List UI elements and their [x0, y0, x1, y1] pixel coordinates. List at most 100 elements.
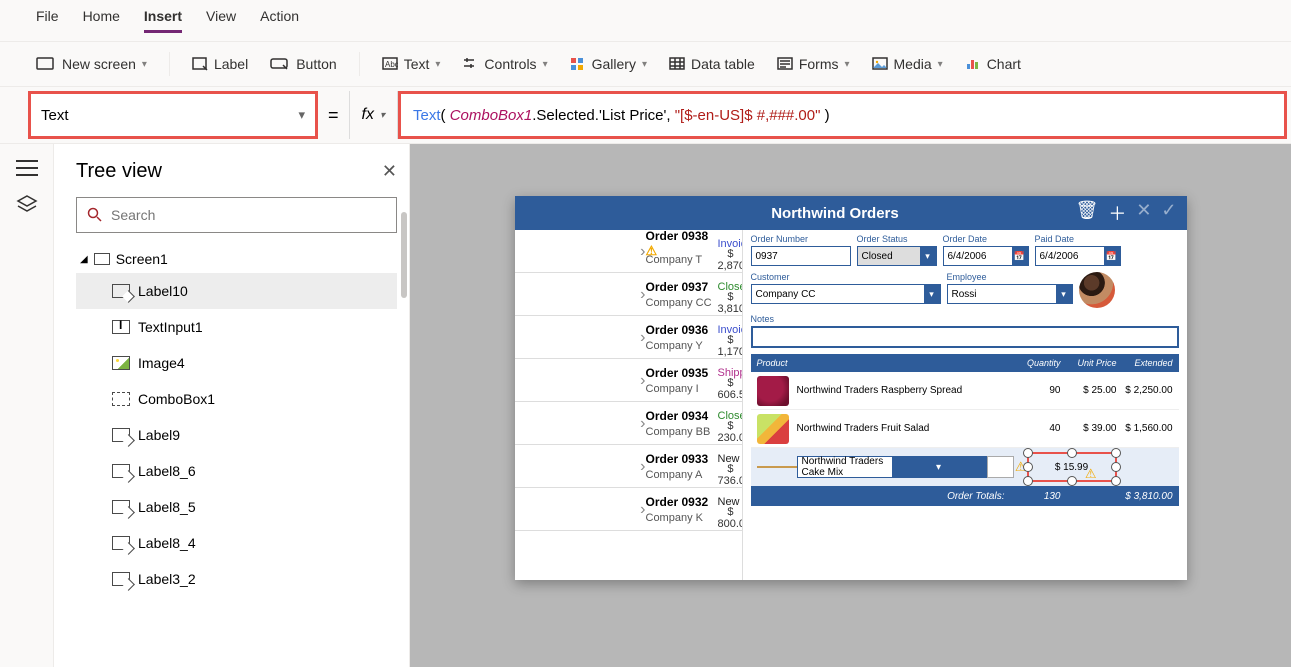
order-item[interactable]: Order 0937 Closed › Company CC $ 3,810.0…	[515, 273, 742, 316]
top-menu: File Home Insert View Action	[0, 0, 1291, 42]
app-title: Northwind Orders	[595, 205, 1076, 222]
product-thumb	[757, 376, 789, 406]
menu-view[interactable]: View	[206, 8, 236, 33]
order-status-label: Order Status	[857, 234, 937, 244]
chevron-right-icon: ›	[527, 415, 646, 433]
qty-input[interactable]	[987, 456, 1014, 478]
tree-node-textinput1[interactable]: TextInput1	[76, 309, 397, 345]
order-id: Order 0936	[646, 323, 718, 337]
tree-node-label8_6[interactable]: Label8_6	[76, 453, 397, 489]
check-icon[interactable]: ✓	[1161, 200, 1176, 226]
order-company: Company T	[646, 254, 718, 266]
new-screen-button[interactable]: New screen▾	[36, 56, 147, 72]
menu-home[interactable]: Home	[83, 8, 120, 33]
order-date-field[interactable]: 6/4/2006📅	[943, 246, 1029, 266]
product-name: Northwind Traders Raspberry Spread	[797, 385, 1005, 396]
property-selector[interactable]: Text ▾	[28, 91, 318, 139]
order-amount: $ 230.00	[718, 420, 734, 444]
order-item[interactable]: Order 0938 ⚠ Invoiced › Company T $ 2,87…	[515, 230, 742, 273]
order-number-label: Order Number	[751, 234, 851, 244]
tree-node-label: Label8_4	[138, 535, 196, 551]
order-detail: Order Number 0937 Order Status Closed▾ O…	[743, 230, 1187, 580]
formula-input[interactable]: Text( ComboBox1.Selected.'List Price', "…	[398, 91, 1287, 139]
gallery-button[interactable]: Gallery▾	[570, 56, 647, 72]
line-item[interactable]: Northwind Traders Fruit Salad 40 $ 39.00…	[751, 410, 1179, 448]
tree-node-image4[interactable]: Image4	[76, 345, 397, 381]
equals-label: =	[318, 105, 349, 126]
product-combo[interactable]: Northwind Traders Cake Mix▾	[797, 456, 987, 478]
order-list: Order 0938 ⚠ Invoiced › Company T $ 2,87…	[515, 230, 743, 580]
order-item[interactable]: Order 0934 Closed › Company BB $ 230.00	[515, 402, 742, 445]
order-date-label: Order Date	[943, 234, 1029, 244]
order-item[interactable]: Order 0936 Invoiced › Company Y $ 1,170.…	[515, 316, 742, 359]
fx-button[interactable]: fx▾	[349, 91, 398, 139]
order-number-field[interactable]: 0937	[751, 246, 851, 266]
order-amount: $ 800.00	[718, 506, 734, 530]
order-id: Order 0933	[646, 452, 718, 466]
button-button[interactable]: Button	[270, 56, 336, 72]
data-table-button[interactable]: Data table	[669, 56, 755, 72]
scrollbar-thumb[interactable]	[401, 212, 407, 298]
image-icon	[112, 356, 130, 370]
lines-header: Product Quantity Unit Price Extended	[751, 354, 1179, 372]
label-icon	[192, 56, 208, 72]
line-ext: $ 1,560.00	[1117, 423, 1173, 434]
line-item[interactable]: Northwind Traders Raspberry Spread 90 $ …	[751, 372, 1179, 410]
order-amount: $ 1,170.00	[718, 334, 734, 358]
order-company: Company K	[646, 512, 718, 524]
order-item[interactable]: Order 0932 New › Company K $ 800.00	[515, 488, 742, 531]
label-icon	[112, 500, 130, 514]
formula-bar: Text ▾ = fx▾ Text( ComboBox1.Selected.'L…	[0, 87, 1291, 144]
product-thumb	[757, 466, 797, 468]
customer-field[interactable]: Company CC▾	[751, 284, 941, 304]
menu-insert[interactable]: Insert	[144, 8, 182, 33]
label-icon	[112, 284, 130, 298]
notes-field[interactable]	[751, 326, 1179, 348]
order-status-field[interactable]: Closed▾	[857, 246, 937, 266]
paid-date-field[interactable]: 6/4/2006📅	[1035, 246, 1121, 266]
chevron-down-icon: ▾	[298, 107, 305, 123]
order-id: Order 0932	[646, 495, 718, 509]
tree-node-label9[interactable]: Label9	[76, 417, 397, 453]
close-icon[interactable]: ✕	[382, 161, 397, 182]
tree-title: Tree view	[76, 160, 162, 183]
order-item[interactable]: Order 0933 New › Company A $ 736.00	[515, 445, 742, 488]
data-table-icon	[669, 56, 685, 72]
tree-node-label8_4[interactable]: Label8_4	[76, 525, 397, 561]
text-icon	[112, 320, 130, 334]
label-button[interactable]: Label	[192, 56, 248, 72]
screen-icon	[36, 56, 56, 72]
tree-node-label: ComboBox1	[138, 391, 215, 407]
selected-label-price[interactable]: $ 15.99 ⚠	[1027, 452, 1117, 482]
ribbon: New screen▾ Label Button Abc Text▾ Contr…	[0, 42, 1291, 87]
order-id: Order 0934	[646, 409, 718, 423]
chevron-right-icon: ›	[527, 372, 646, 390]
trash-icon[interactable]: 🗑	[1075, 200, 1098, 226]
employee-field[interactable]: Rossi▾	[947, 284, 1073, 304]
forms-button[interactable]: Forms▾	[777, 56, 850, 72]
tree-node-label3_2[interactable]: Label3_2	[76, 561, 397, 597]
plus-icon[interactable]: ＋	[1108, 200, 1126, 226]
text-button[interactable]: Abc Text▾	[382, 56, 441, 72]
tree-node-label8_5[interactable]: Label8_5	[76, 489, 397, 525]
search-input[interactable]	[111, 207, 386, 223]
media-button[interactable]: Media▾	[872, 56, 943, 72]
cancel-icon[interactable]: ✕	[1136, 200, 1151, 226]
chevron-right-icon: ›	[527, 501, 646, 519]
order-item[interactable]: Order 0935 Shipped › Company I $ 606.50	[515, 359, 742, 402]
tree-node-combobox1[interactable]: ComboBox1	[76, 381, 397, 417]
controls-button[interactable]: Controls▾	[462, 56, 547, 72]
tree-root-screen[interactable]: ◢ Screen1	[76, 245, 397, 273]
tree-node-label10[interactable]: Label10	[76, 273, 397, 309]
menu-action[interactable]: Action	[260, 8, 299, 33]
tree-search[interactable]	[76, 197, 397, 233]
hamburger-icon[interactable]	[16, 160, 38, 176]
chart-button[interactable]: Chart	[965, 56, 1021, 72]
button-icon	[270, 56, 290, 72]
app-preview: Northwind Orders 🗑 ＋ ✕ ✓ Order 0938 ⚠ In…	[515, 196, 1187, 580]
chevron-right-icon: ›	[527, 329, 646, 347]
chevron-right-icon: ›	[527, 458, 646, 476]
order-amount: $ 3,810.00	[718, 291, 734, 315]
menu-file[interactable]: File	[36, 8, 59, 33]
layers-icon[interactable]	[16, 194, 38, 219]
